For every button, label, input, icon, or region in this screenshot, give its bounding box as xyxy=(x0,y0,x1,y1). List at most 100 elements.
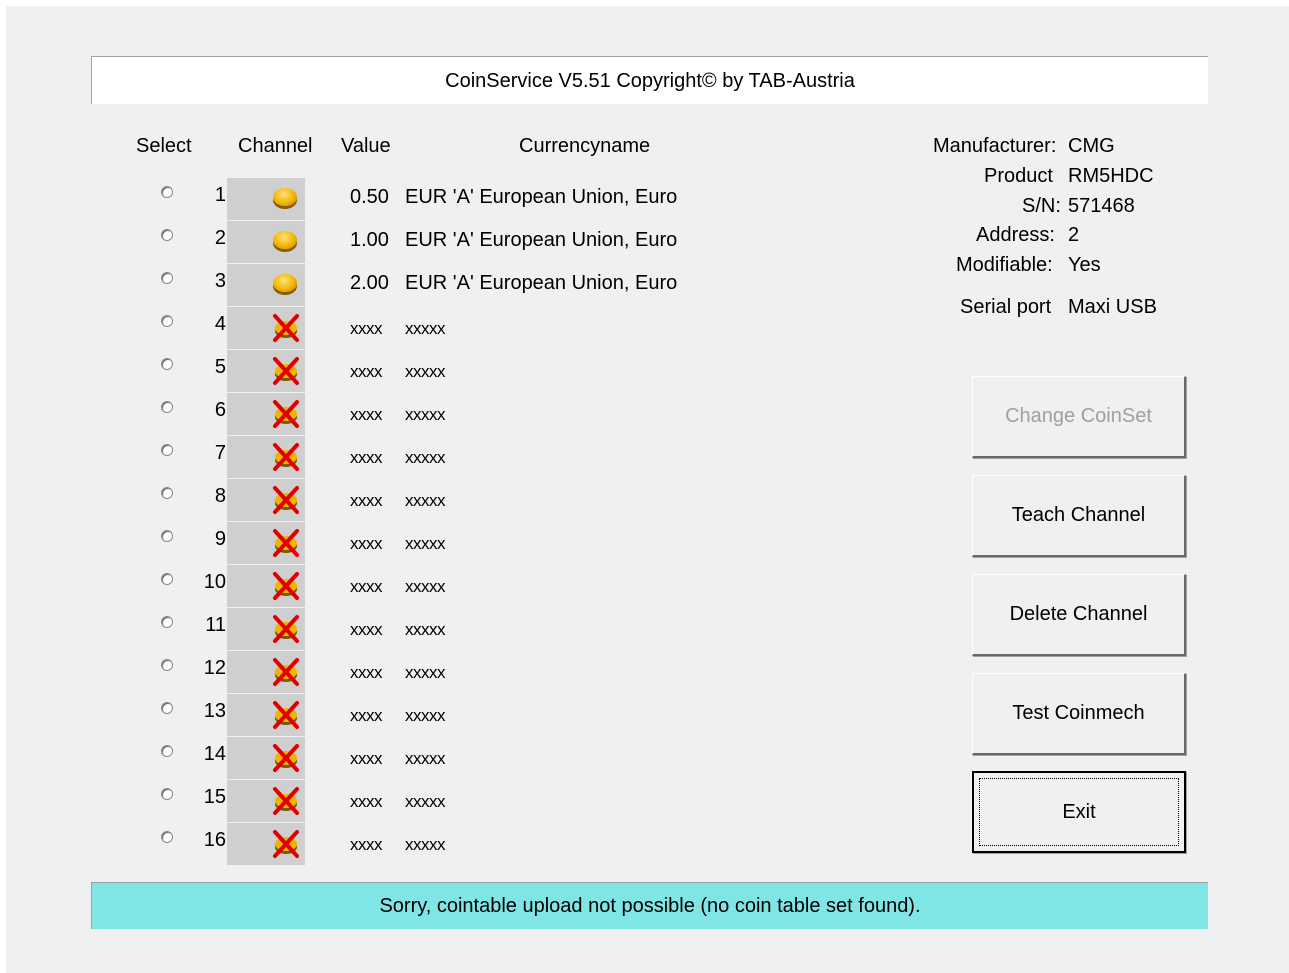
delete-channel-button[interactable]: Delete Channel xyxy=(972,574,1186,656)
channel-select-radio[interactable] xyxy=(161,444,173,456)
disabled-coin-icon xyxy=(273,357,299,385)
channel-icon-cell xyxy=(227,393,305,435)
channel-icon-cell xyxy=(227,479,305,521)
channel-currency: EUR 'A' European Union, Euro xyxy=(405,272,678,294)
channel-row: 8 xxxx xxxxx xyxy=(0,479,900,521)
serial-port-value: Maxi USB xyxy=(1068,296,1157,318)
disabled-coin-icon xyxy=(273,400,299,428)
channel-row: 3 2.00 EUR 'A' European Union, Euro xyxy=(0,264,900,306)
channel-number: 6 xyxy=(214,399,226,421)
status-message: Sorry, cointable upload not possible (no… xyxy=(91,882,1208,929)
channel-currency: xxxxx xyxy=(405,491,446,510)
channel-icon-cell xyxy=(227,436,305,478)
channel-currency: EUR 'A' European Union, Euro xyxy=(405,186,678,208)
channel-row: 6 xxxx xxxxx xyxy=(0,393,900,435)
disabled-coin-icon xyxy=(273,830,299,858)
channel-select-radio[interactable] xyxy=(161,530,173,542)
currencyname-column-header: Currencyname xyxy=(519,135,651,157)
channel-currency: xxxxx xyxy=(405,792,446,811)
channel-column-header: Channel xyxy=(238,135,313,157)
channel-select-radio[interactable] xyxy=(161,659,173,671)
channel-select-radio[interactable] xyxy=(161,186,173,198)
channel-select-radio[interactable] xyxy=(161,745,173,757)
coin-icon xyxy=(273,231,297,249)
app-title: CoinService V5.51 Copyright© by TAB-Aust… xyxy=(91,56,1208,104)
channel-number: 2 xyxy=(214,227,226,249)
channel-value: 2.00 xyxy=(350,272,389,294)
channel-icon-cell xyxy=(227,178,305,220)
teach-channel-button[interactable]: Teach Channel xyxy=(972,475,1186,557)
channel-number: 4 xyxy=(214,313,226,335)
channel-icon-cell xyxy=(227,694,305,736)
channel-currency: xxxxx xyxy=(405,663,446,682)
channel-icon-cell xyxy=(227,264,305,306)
channel-select-radio[interactable] xyxy=(161,229,173,241)
channel-select-radio[interactable] xyxy=(161,702,173,714)
channel-currency: xxxxx xyxy=(405,534,446,553)
channel-number: 1 xyxy=(214,184,226,206)
select-column-header: Select xyxy=(136,135,192,157)
disabled-coin-icon xyxy=(273,744,299,772)
exit-button[interactable]: Exit xyxy=(972,771,1186,853)
channel-select-radio[interactable] xyxy=(161,616,173,628)
coin-icon xyxy=(273,274,297,292)
channel-value: xxxx xyxy=(350,706,383,725)
channel-number: 7 xyxy=(214,442,226,464)
channel-value: xxxx xyxy=(350,534,383,553)
channel-select-radio[interactable] xyxy=(161,315,173,327)
disabled-coin-icon xyxy=(273,787,299,815)
channel-icon-cell xyxy=(227,350,305,392)
channel-number: 3 xyxy=(214,270,226,292)
channel-row: 16 xxxx xxxxx xyxy=(0,823,900,865)
disabled-coin-icon xyxy=(273,615,299,643)
serial-number-value: 571468 xyxy=(1068,195,1135,217)
channel-row: 12 xxxx xxxxx xyxy=(0,651,900,693)
change-coinset-button[interactable]: Change CoinSet xyxy=(972,376,1186,458)
channel-select-radio[interactable] xyxy=(161,358,173,370)
channel-row: 7 xxxx xxxxx xyxy=(0,436,900,478)
channel-number: 8 xyxy=(214,485,226,507)
disabled-coin-icon xyxy=(273,572,299,600)
channel-icon-cell xyxy=(227,221,305,263)
channel-number: 16 xyxy=(203,829,226,851)
channel-number: 14 xyxy=(203,743,226,765)
channel-select-radio[interactable] xyxy=(161,788,173,800)
channel-value: xxxx xyxy=(350,448,383,467)
channel-number: 15 xyxy=(203,786,226,808)
test-coinmech-button[interactable]: Test Coinmech xyxy=(972,673,1186,755)
channel-select-radio[interactable] xyxy=(161,401,173,413)
channel-value: xxxx xyxy=(350,663,383,682)
channel-icon-cell xyxy=(227,307,305,349)
address-value: 2 xyxy=(1068,224,1080,246)
channel-number: 12 xyxy=(203,657,226,679)
channel-currency: xxxxx xyxy=(405,749,446,768)
channel-value: xxxx xyxy=(350,319,383,338)
disabled-coin-icon xyxy=(273,443,299,471)
disabled-coin-icon xyxy=(273,701,299,729)
address-label: Address: xyxy=(976,224,1055,246)
serial-port-label: Serial port xyxy=(960,296,1052,318)
channel-currency: xxxxx xyxy=(405,620,446,639)
channel-select-radio[interactable] xyxy=(161,831,173,843)
channel-select-radio[interactable] xyxy=(161,573,173,585)
serial-number-label: S/N: xyxy=(1022,195,1061,217)
disabled-coin-icon xyxy=(273,658,299,686)
channel-select-radio[interactable] xyxy=(161,272,173,284)
disabled-coin-icon xyxy=(273,529,299,557)
focus-rectangle xyxy=(979,778,1179,846)
channel-value: xxxx xyxy=(350,749,383,768)
channel-icon-cell xyxy=(227,608,305,650)
manufacturer-label: Manufacturer: xyxy=(933,135,1057,157)
channel-value: xxxx xyxy=(350,792,383,811)
channel-currency: xxxxx xyxy=(405,706,446,725)
channel-currency: xxxxx xyxy=(405,319,446,338)
channel-select-radio[interactable] xyxy=(161,487,173,499)
modifiable-label: Modifiable: xyxy=(956,254,1053,276)
channel-number: 5 xyxy=(214,356,226,378)
channel-icon-cell xyxy=(227,522,305,564)
channel-value: xxxx xyxy=(350,620,383,639)
channel-value: xxxx xyxy=(350,362,383,381)
channel-currency: xxxxx xyxy=(405,835,446,854)
channel-row: 14 xxxx xxxxx xyxy=(0,737,900,779)
coin-icon xyxy=(273,188,297,206)
